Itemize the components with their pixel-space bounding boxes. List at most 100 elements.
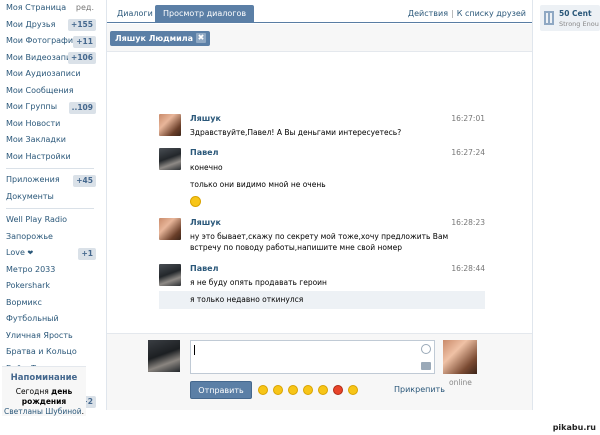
count-badge[interactable]: +1: [78, 247, 96, 260]
recipient-bar: Ляшук Людмила ✖: [107, 24, 532, 52]
sidebar-item[interactable]: Мои Новости: [0, 116, 100, 133]
birthday-reminder: Напоминание Сегодня день рождения Светла…: [2, 366, 86, 416]
reminder-text: Сегодня: [15, 387, 49, 396]
smiley-picker-icon[interactable]: [421, 344, 431, 354]
message-text: ну это бывает,скажу по секрету мой тоже,…: [190, 232, 449, 241]
sidebar-item[interactable]: Мои Закладки: [0, 132, 100, 149]
sidebar-item-label: Pokershark: [6, 281, 51, 290]
recipient-avatar[interactable]: [443, 340, 477, 374]
sidebar-item[interactable]: Документы: [0, 189, 100, 206]
sidebar-item[interactable]: Приложения +45: [0, 172, 100, 189]
grin-emoji-icon[interactable]: [273, 385, 283, 395]
avatar[interactable]: [159, 148, 181, 170]
message-author[interactable]: Ляшук: [190, 218, 221, 227]
sidebar-item-label: Love: [6, 248, 25, 257]
recipient-chip[interactable]: Ляшук Людмила ✖: [110, 31, 210, 46]
sidebar-item[interactable]: Мои Сообщения: [0, 83, 100, 100]
sidebar-item-label: Well Play Radio: [6, 215, 68, 224]
edit-link[interactable]: ред.: [76, 0, 94, 17]
sidebar-item[interactable]: Pokershark: [0, 278, 100, 295]
sidebar-item[interactable]: Мои Видеозаписи +106: [0, 50, 100, 67]
heart-icon: ❤: [27, 249, 34, 257]
attach-link[interactable]: Прикрепить: [394, 385, 445, 394]
message-text: конечно: [190, 163, 223, 172]
sidebar-item[interactable]: Уличная Ярость: [0, 328, 100, 345]
tabs-actions: Действия | К списку друзей: [408, 9, 526, 18]
sidebar-item[interactable]: Запорожье: [0, 229, 100, 246]
camera-icon[interactable]: [421, 362, 431, 370]
sidebar-item[interactable]: Моя Страница ред.: [0, 0, 100, 17]
send-button[interactable]: Отправить: [190, 381, 252, 399]
sidebar-item[interactable]: Well Play Radio: [0, 212, 100, 229]
sidebar-item[interactable]: Футбольный: [0, 311, 100, 328]
sad-emoji-icon[interactable]: [288, 385, 298, 395]
message-text: только они видимо мной не очень: [190, 180, 326, 189]
message-time: 16:27:01: [451, 114, 485, 123]
friends-list-link[interactable]: К списку друзей: [457, 9, 526, 18]
count-badge[interactable]: +155: [68, 19, 96, 31]
message-item: Ляшук 16:28:23 ну это бывает,скажу по се…: [159, 218, 485, 254]
sidebar-item[interactable]: Вормикс: [0, 295, 100, 312]
sidebar-item-label: Уличная Ярость: [6, 330, 73, 340]
audio-player-widget[interactable]: 50 Cent Strong Enou: [540, 5, 600, 31]
message-author[interactable]: Ляшук: [190, 114, 221, 123]
recipient-name: Ляшук Людмила: [115, 34, 193, 43]
online-status: online: [449, 378, 472, 387]
sidebar-item-label: Мои Фотографии: [6, 36, 79, 45]
reminder-body: Сегодня день рождения Светланы Шубиной.: [2, 387, 86, 417]
watermark: pikabu.ru: [552, 423, 596, 432]
sidebar-item[interactable]: Мои Аудиозаписи: [0, 66, 100, 83]
count-badge[interactable]: +45: [73, 174, 96, 187]
dialog-panel: Диалоги Просмотр диалогов Действия | К спи…: [106, 0, 533, 410]
sidebar-item[interactable]: Мои Фотографии +11: [0, 33, 100, 50]
sidebar-item-label: Мои Новости: [6, 118, 61, 128]
nav-divider: [6, 168, 94, 169]
pause-icon[interactable]: [544, 11, 554, 25]
angry-emoji-icon[interactable]: [333, 385, 343, 395]
sidebar-item[interactable]: Мои Друзья +155: [0, 17, 100, 34]
sidebar-item[interactable]: Братва и Кольцо: [0, 344, 100, 361]
sidebar-item-label: Мои Друзья: [6, 19, 56, 29]
sidebar-item[interactable]: Метро 2033: [0, 262, 100, 279]
tab-view-dialogs[interactable]: Просмотр диалогов: [155, 5, 255, 23]
sidebar-item-label: Документы: [6, 191, 54, 201]
sidebar-item[interactable]: Мои Группы ..109: [0, 99, 100, 116]
track-title: Strong Enou: [559, 20, 599, 28]
avatar[interactable]: [159, 218, 181, 240]
count-badge[interactable]: +106: [68, 52, 96, 64]
sidebar-item[interactable]: Love ❤ +1: [0, 245, 100, 262]
count-badge[interactable]: +11: [73, 35, 96, 48]
my-avatar[interactable]: [148, 340, 180, 372]
avatar[interactable]: [159, 264, 181, 286]
message-text: я только недавно откинулся: [190, 295, 304, 304]
sidebar-item-label: Мои Сообщения: [6, 85, 74, 95]
message-input[interactable]: [190, 340, 435, 374]
reminder-period: .: [81, 407, 84, 416]
message-item: Павел 16:28:44 я не буду опять продавать…: [159, 264, 485, 288]
surprised-emoji-icon[interactable]: [348, 385, 358, 395]
text-caret: [194, 345, 195, 355]
count-badge[interactable]: ..109: [68, 101, 96, 114]
compose-area: Отправить Прикрепить online: [107, 333, 532, 410]
neutral-emoji-icon[interactable]: [303, 385, 313, 395]
actions-link[interactable]: Действия: [408, 9, 448, 18]
message-author[interactable]: Павел: [190, 264, 218, 273]
nav-apps-list: Приложения +45 Документы: [0, 172, 100, 205]
reminder-bold-day: день: [51, 387, 73, 396]
message-text: встречу по поводу работы,напишите мне св…: [190, 243, 403, 252]
tab-dialogs[interactable]: Диалоги: [109, 5, 161, 23]
sidebar-item[interactable]: Мои Настройки: [0, 149, 100, 166]
sidebar-item-label: Мои Группы: [6, 102, 58, 111]
laugh-emoji-icon[interactable]: [318, 385, 328, 395]
avatar[interactable]: [159, 114, 181, 136]
reminder-friend-link[interactable]: Светланы Шубиной: [4, 407, 82, 416]
message-time: 16:28:23: [451, 218, 485, 227]
reminder-bold-birthday: рождения: [21, 397, 67, 406]
message-time: 16:27:24: [451, 148, 485, 157]
track-artist: 50 Cent: [559, 9, 592, 18]
nav-divider: [6, 208, 94, 209]
message-author[interactable]: Павел: [190, 148, 218, 157]
smile-emoji-icon[interactable]: [258, 385, 268, 395]
close-icon[interactable]: ✖: [196, 33, 206, 43]
sidebar-item-label: Моя Страница: [6, 3, 67, 12]
